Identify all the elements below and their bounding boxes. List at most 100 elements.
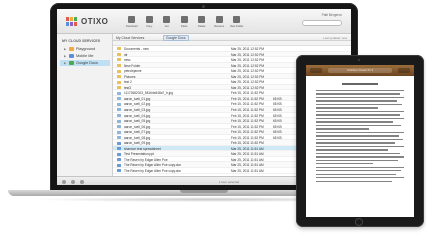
- file-date: Feb 15, 2011 11:52 PM: [231, 141, 264, 146]
- sidebar-item-google-docs[interactable]: ▶ Google Docs: [60, 60, 110, 66]
- ipad-action-button[interactable]: [398, 68, 410, 73]
- toolbar-button-label: Copy: [146, 25, 153, 28]
- file-name: aaron_tuell_04.jpg: [124, 113, 151, 118]
- document-heading-line: [342, 83, 378, 85]
- toolbar-button-label: Rename: [214, 25, 225, 28]
- ipad-camera-icon: [358, 59, 360, 61]
- file-size: 65 KB: [273, 135, 282, 140]
- file-icon: [117, 169, 121, 173]
- toolbar-paste-button[interactable]: Paste: [176, 11, 194, 28]
- breadcrumb-my-cloud-services[interactable]: My Cloud Services: [116, 36, 144, 40]
- file-date: Mar 25, 2011 11:51 AM: [231, 163, 264, 168]
- file-name: 11172682023_58164e848a7_b.jpg: [124, 91, 173, 96]
- document-text-line: [316, 138, 404, 141]
- file-name: Pictures: [124, 74, 136, 79]
- toolbar-delete-button[interactable]: Delete: [193, 11, 211, 28]
- expand-arrow-icon[interactable]: ▶: [64, 54, 67, 58]
- file-name: petrolejanne: [124, 69, 142, 74]
- file-size: 65 KB: [273, 130, 282, 135]
- document-text-line: [316, 163, 374, 165]
- document-text-line: [316, 96, 404, 99]
- file-name: misc: [124, 58, 131, 63]
- settings-icon[interactable]: [71, 179, 75, 184]
- file-icon: [117, 147, 121, 151]
- file-date: Mar 25, 2011 11:51 AM: [231, 169, 264, 174]
- file-name: dir: [124, 52, 128, 57]
- new-folder-icon: [233, 16, 241, 23]
- file-date: Mar 25, 2011 12:52 PM: [231, 74, 265, 79]
- file-name: aaron_tuell_06.jpg: [124, 124, 151, 129]
- file-date: Mar 25, 2011 11:51 AM: [231, 146, 264, 151]
- ipad-device: Chicken Greek Pt 3: [296, 55, 424, 227]
- toolbar-button-label: Cut: [164, 25, 169, 28]
- sidebar-item-label: Mobile Me: [76, 54, 94, 58]
- copy-icon: [145, 16, 153, 23]
- document-text-line: [316, 124, 402, 127]
- sidebar-title: MY CLOUD SERVICES: [62, 39, 101, 43]
- file-icon: [117, 91, 121, 95]
- cloud-icon: [69, 47, 74, 51]
- document-text-line: [316, 131, 404, 134]
- file-date: Mar 25, 2011 12:52 PM: [231, 52, 265, 57]
- file-icon: [117, 163, 121, 167]
- breadcrumb: My Cloud Services Google Docs Last updat…: [113, 34, 351, 41]
- file-date: Mar 25, 2011 12:52 PM: [231, 85, 265, 90]
- file-size: 65 KB: [273, 113, 282, 118]
- file-icon: [117, 119, 121, 123]
- toolbar: Download Copy Cut Paste Delete Rename New Fold…: [123, 11, 246, 28]
- sidebar-item-playground[interactable]: ▶ Playground: [64, 46, 95, 52]
- toolbar-copy-button[interactable]: Copy: [141, 11, 159, 28]
- file-icon: [117, 130, 121, 134]
- file-icon: [117, 152, 121, 156]
- document-text-line: [316, 90, 404, 92]
- ipad-toolbar: Chicken Greek Pt 3: [306, 65, 414, 76]
- file-date: Feb 15, 2011 11:52 PM: [231, 119, 264, 124]
- document-text-line: [316, 114, 400, 116]
- laptop-notch: [180, 190, 228, 193]
- file-date: Feb 15, 2011 11:52 PM: [231, 108, 264, 113]
- toolbar-rename-button[interactable]: Rename: [211, 11, 229, 28]
- refresh-icon[interactable]: [80, 179, 84, 184]
- status-icons: [62, 179, 84, 184]
- file-size: 65 KB: [273, 96, 282, 101]
- sidebar-item-label: Playground: [76, 47, 96, 51]
- file-date: Mar 25, 2011 11:51 AM: [231, 157, 264, 162]
- expand-arrow-icon[interactable]: ▶: [64, 47, 67, 51]
- file-date: Feb 15, 2011 11:52 PM: [231, 130, 264, 135]
- document-text-line: [316, 117, 404, 120]
- file-date: Mar 25, 2011 12:52 PM: [231, 80, 265, 85]
- expand-arrow-icon[interactable]: ▶: [64, 61, 67, 65]
- file-size: 65 KB: [273, 119, 282, 124]
- last-updated-label: Last updated: now: [323, 35, 347, 40]
- user-name[interactable]: Patti Bergeron: [322, 13, 342, 17]
- cloud-icon: [69, 54, 74, 58]
- paste-icon: [180, 16, 188, 23]
- search-input[interactable]: [302, 20, 342, 26]
- file-date: Feb 15, 2011 11:52 PM: [231, 135, 264, 140]
- cut-icon: [163, 16, 171, 23]
- file-name: Documents - new: [124, 47, 149, 51]
- sidebar-item-mobile-me[interactable]: ▶ Mobile Me: [64, 53, 94, 59]
- home-button-icon[interactable]: [355, 218, 363, 226]
- file-date: Feb 15, 2011 11:52 PM: [231, 91, 264, 96]
- toolbar-button-label: New Folder: [230, 25, 244, 28]
- file-date: Mar 25, 2011 12:52 PM: [231, 58, 265, 63]
- toolbar-new-folder-button[interactable]: New Folder: [228, 11, 246, 28]
- folder-icon: [117, 58, 121, 62]
- file-name: aaron_tuell_03.jpg: [124, 108, 151, 113]
- file-name: aaron_tuell_01.jpg: [124, 96, 151, 101]
- document-text-line: [316, 103, 403, 106]
- file-date: Feb 15, 2011 11:52 PM: [231, 102, 264, 107]
- toolbar-button-label: Delete: [198, 25, 206, 28]
- ipad-back-button[interactable]: [310, 68, 322, 73]
- document-text-line: [316, 166, 404, 168]
- document-text-line: [316, 180, 392, 182]
- toolbar-download-button[interactable]: Download: [123, 11, 141, 28]
- toolbar-cut-button[interactable]: Cut: [158, 11, 176, 28]
- add-icon[interactable]: [62, 179, 66, 184]
- rename-icon: [215, 16, 223, 23]
- status-text: 1 item selected: [219, 180, 240, 184]
- folder-icon: [117, 86, 121, 90]
- document-text-line: [316, 156, 404, 158]
- file-size: 65 KB: [273, 102, 282, 107]
